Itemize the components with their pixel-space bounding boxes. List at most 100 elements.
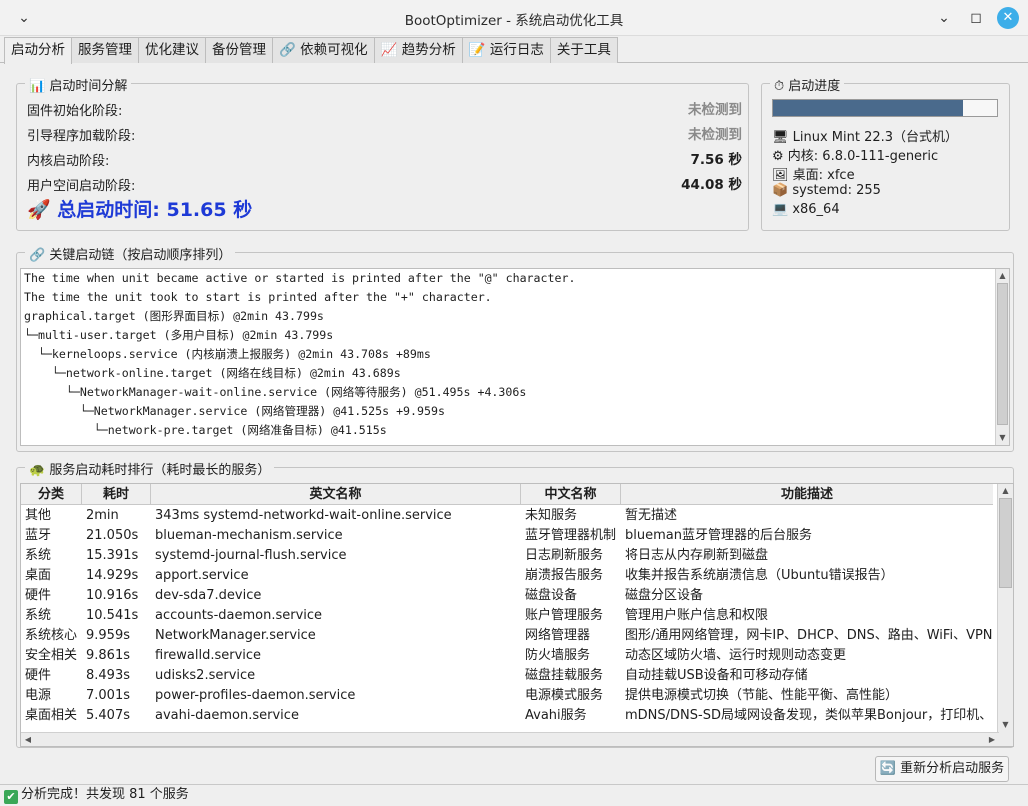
title-bar: ⌄ BootOptimizer - 系统启动优化工具 ⌄ ◻ ✕ bbox=[0, 0, 1028, 36]
scroll-down-icon[interactable]: ▼ bbox=[996, 431, 1009, 445]
scroll-up-icon[interactable]: ▲ bbox=[998, 484, 1013, 498]
cell-chinese-name: Avahi服务 bbox=[525, 708, 587, 723]
total-boot-time: 🚀 总启动时间: 51.65 秒 bbox=[27, 199, 253, 221]
services-scroll-thumb[interactable] bbox=[999, 498, 1012, 588]
column-english-name[interactable]: 英文名称 bbox=[151, 484, 521, 505]
cell-duration: 21.050s bbox=[86, 528, 139, 543]
scroll-up-icon[interactable]: ▲ bbox=[996, 269, 1009, 283]
cell-chinese-name: 电源模式服务 bbox=[525, 688, 604, 703]
cell-description: 动态区域防火墙、运行时规则动态变更 bbox=[625, 648, 847, 663]
tab-backup-management[interactable]: 备份管理 bbox=[205, 37, 273, 63]
services-hscrollbar[interactable]: ◀ ▶ bbox=[21, 732, 999, 746]
boot-progress-bar bbox=[772, 99, 998, 117]
tab-boot-analysis[interactable]: 启动分析 bbox=[4, 37, 72, 64]
desktop-info: 🖼 桌面: xfce bbox=[772, 168, 855, 183]
chain-line: The time the unit took to start is print… bbox=[24, 290, 492, 304]
cell-duration: 2min bbox=[86, 508, 119, 523]
table-row[interactable]: 电源 7.001s power-profiles-daemon.service 电源模… bbox=[21, 686, 993, 706]
cell-duration: 15.391s bbox=[86, 548, 139, 563]
cell-english-name: accounts-daemon.service bbox=[155, 608, 323, 623]
boot-progress-fill bbox=[773, 100, 964, 116]
boot-breakdown-group: 📊 启动时间分解 固件初始化阶段: 未检测到 引导程序加载阶段: 未检测到 内核… bbox=[16, 75, 749, 231]
cell-category: 其他 bbox=[25, 508, 52, 523]
cell-category: 硬件 bbox=[25, 668, 52, 683]
bootloader-stage-value: 未检测到 bbox=[688, 127, 742, 143]
tab-about[interactable]: 关于工具 bbox=[549, 37, 618, 63]
kernel-info: ⚙ 内核: 6.8.0-111-generic bbox=[772, 149, 939, 164]
boot-breakdown-title: 📊 启动时间分解 bbox=[25, 75, 132, 94]
services-table[interactable]: 分类 耗时 英文名称 中文名称 功能描述 其他 2min 343ms systemd… bbox=[20, 483, 1014, 747]
cell-english-name: udisks2.service bbox=[155, 668, 256, 683]
cell-duration: 10.541s bbox=[86, 608, 139, 623]
chain-line: └─network-online.target (网络在线目标) @2min 4… bbox=[24, 366, 401, 380]
cell-description: 自动挂载USB设备和可移动存储 bbox=[625, 668, 808, 683]
cell-chinese-name: 磁盘挂载服务 bbox=[525, 668, 604, 683]
table-row[interactable]: 蓝牙 21.050s blueman-mechanism.service 蓝牙管理器机… bbox=[21, 526, 993, 546]
tab-trend-analysis[interactable]: 📈 趋势分析 bbox=[373, 37, 463, 63]
tab-bar: 启动分析 服务管理 优化建议 备份管理 🔗 依赖可视化 📈 趋势分析 📝 运行日… bbox=[4, 37, 618, 64]
cell-description: 收集并报告系统崩溃信息（Ubuntu错误报告） bbox=[625, 568, 894, 583]
chain-line: └─multi-user.target (多用户目标) @2min 43.799… bbox=[24, 328, 334, 342]
chain-line: └─kerneloops.service (内核崩溃上报服务) @2min 43… bbox=[24, 347, 431, 361]
firmware-stage-value: 未检测到 bbox=[688, 102, 742, 118]
cell-description: 管理用户账户信息和权限 bbox=[625, 608, 769, 623]
column-description[interactable]: 功能描述 bbox=[621, 484, 993, 505]
cell-chinese-name: 磁盘设备 bbox=[525, 588, 578, 603]
minimize-icon[interactable]: ⌄ bbox=[933, 7, 955, 29]
table-row[interactable]: 安全相关 9.861s firewalld.service 防火墙服务 动态区域防火墙、… bbox=[21, 646, 993, 666]
table-row[interactable]: 其他 2min 343ms systemd-networkd-wait-online… bbox=[21, 506, 993, 526]
scroll-left-icon[interactable]: ◀ bbox=[21, 733, 35, 746]
cell-duration: 9.861s bbox=[86, 648, 130, 663]
critical-chain-title: 🔗 关键启动链（按启动顺序排列） bbox=[25, 244, 236, 263]
cell-chinese-name: 日志刷新服务 bbox=[525, 548, 604, 563]
services-scrollbar[interactable]: ▲ ▼ bbox=[997, 484, 1013, 746]
cell-english-name: systemd-journal-flush.service bbox=[155, 548, 347, 563]
chain-scrollbar[interactable]: ▲ ▼ bbox=[995, 269, 1009, 445]
maximize-icon[interactable]: ◻ bbox=[965, 7, 987, 29]
cell-chinese-name: 未知服务 bbox=[525, 508, 578, 523]
cell-category: 系统 bbox=[25, 548, 52, 563]
tab-dependency-visualization[interactable]: 🔗 依赖可视化 bbox=[272, 37, 375, 63]
chain-line: graphical.target (图形界面目标) @2min 43.799s bbox=[24, 309, 324, 323]
tab-service-management[interactable]: 服务管理 bbox=[71, 37, 139, 63]
cell-category: 系统 bbox=[25, 608, 52, 623]
status-bar: ✔ 分析完成！共发现 81 个服务 bbox=[0, 784, 1028, 806]
cell-description: blueman蓝牙管理器的后台服务 bbox=[625, 528, 812, 543]
scroll-down-icon[interactable]: ▼ bbox=[998, 718, 1013, 732]
table-row[interactable]: 系统核心 9.959s NetworkManager.service 网络管理器 图形/… bbox=[21, 626, 993, 646]
table-row[interactable]: 桌面相关 5.407s avahi-daemon.service Avahi服务 mDN… bbox=[21, 706, 993, 726]
cell-chinese-name: 蓝牙管理器机制 bbox=[525, 528, 617, 543]
cell-duration: 8.493s bbox=[86, 668, 130, 683]
cell-description: 磁盘分区设备 bbox=[625, 588, 704, 603]
cell-english-name: apport.service bbox=[155, 568, 249, 583]
column-category[interactable]: 分类 bbox=[21, 484, 82, 505]
cell-category: 蓝牙 bbox=[25, 528, 52, 543]
critical-chain-text[interactable]: The time when unit became active or star… bbox=[20, 268, 1010, 446]
chain-scroll-thumb[interactable] bbox=[997, 283, 1008, 425]
table-row[interactable]: 桌面 14.929s apport.service 崩溃报告服务 收集并报告系统崩溃信息… bbox=[21, 566, 993, 586]
cell-description: 图形/通用网络管理，网卡IP、DHCP、DNS、路由、WiFi、VPN统 bbox=[625, 628, 993, 643]
column-duration[interactable]: 耗时 bbox=[82, 484, 151, 505]
table-row[interactable]: 系统 10.541s accounts-daemon.service 账户管理服务 管理… bbox=[21, 606, 993, 626]
table-row[interactable]: 硬件 10.916s dev-sda7.device 磁盘设备 磁盘分区设备 bbox=[21, 586, 993, 606]
tab-run-log[interactable]: 📝 运行日志 bbox=[461, 37, 551, 63]
table-row[interactable]: 系统 15.391s systemd-journal-flush.service 日志… bbox=[21, 546, 993, 566]
tab-optimization-suggestions[interactable]: 优化建议 bbox=[138, 37, 206, 63]
chain-line: The time when unit became active or star… bbox=[24, 271, 576, 285]
status-text: 分析完成！共发现 81 个服务 bbox=[21, 787, 189, 802]
cell-chinese-name: 网络管理器 bbox=[525, 628, 591, 643]
chain-line: └─NetworkManager-wait-online.service (网络… bbox=[24, 385, 527, 399]
systemd-info: 📦 systemd: 255 bbox=[772, 183, 881, 198]
cell-duration: 5.407s bbox=[86, 708, 130, 723]
table-row[interactable]: 硬件 8.493s udisks2.service 磁盘挂载服务 自动挂载USB设备和可… bbox=[21, 666, 993, 686]
cell-english-name: firewalld.service bbox=[155, 648, 262, 663]
cell-category: 硬件 bbox=[25, 588, 52, 603]
cell-english-name: 343ms systemd-networkd-wait-online.servi… bbox=[155, 508, 452, 523]
cell-category: 桌面 bbox=[25, 568, 52, 583]
cell-description: 将日志从内存刷新到磁盘 bbox=[625, 548, 769, 563]
reanalyze-button[interactable]: 🔄 重新分析启动服务 bbox=[875, 756, 1009, 782]
firmware-stage-label: 固件初始化阶段: bbox=[27, 104, 123, 119]
close-icon[interactable]: ✕ bbox=[997, 7, 1019, 29]
scroll-right-icon[interactable]: ▶ bbox=[985, 733, 999, 746]
column-chinese-name[interactable]: 中文名称 bbox=[521, 484, 621, 505]
